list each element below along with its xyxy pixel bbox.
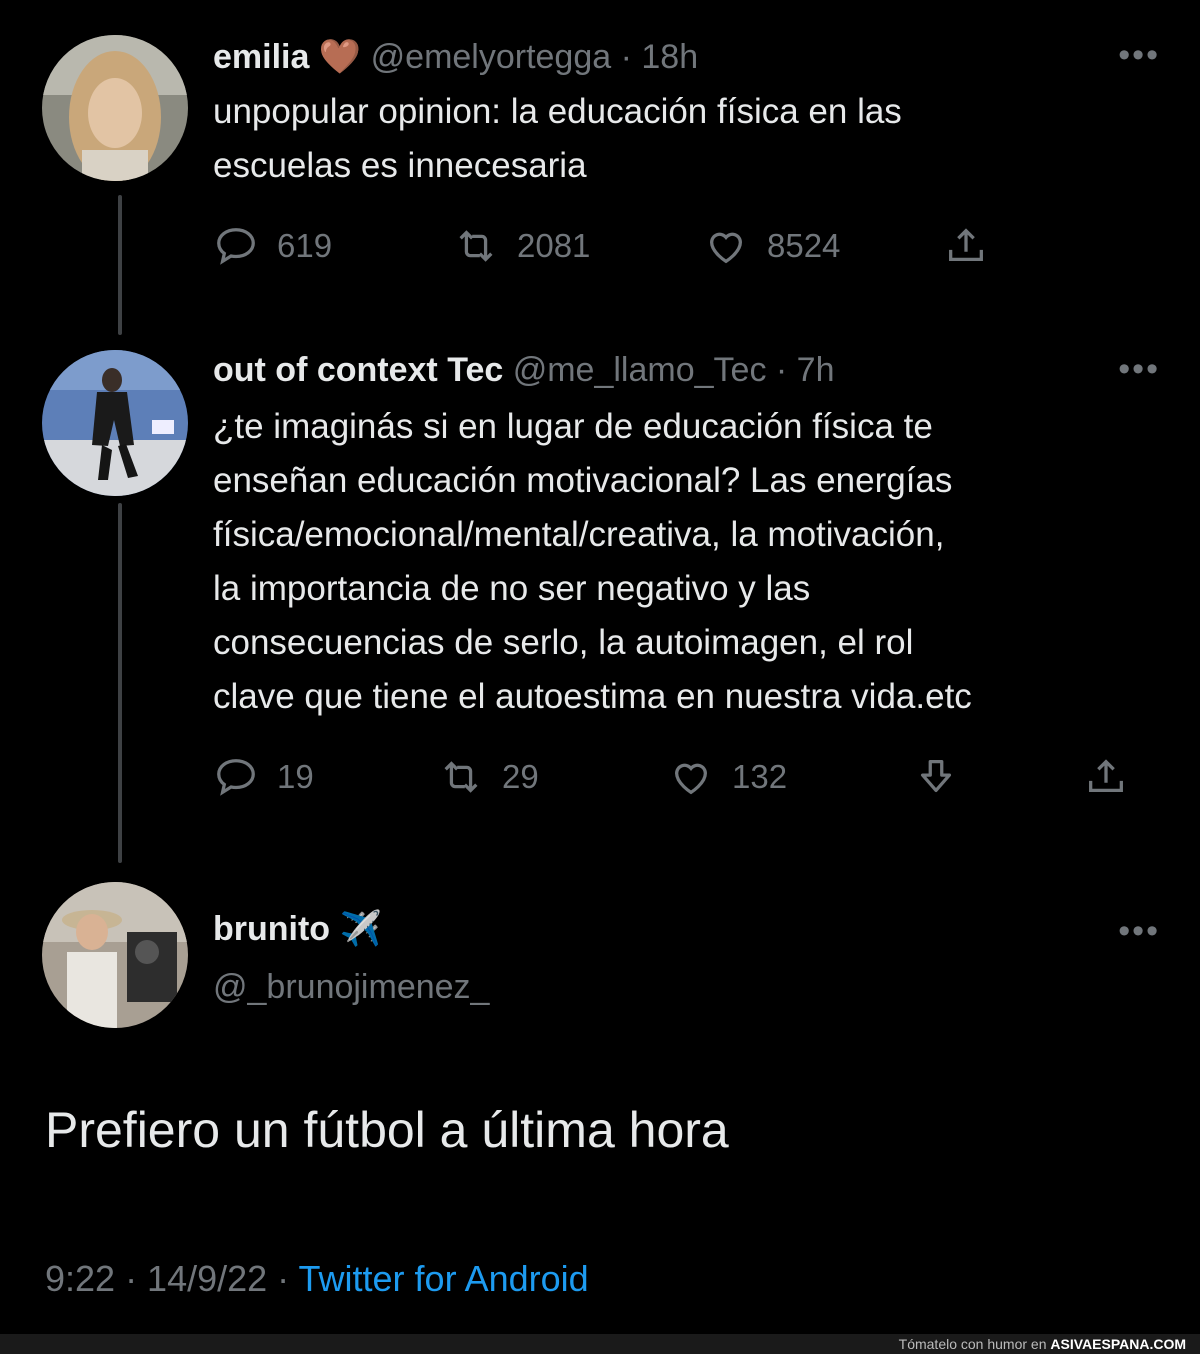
retweet-button[interactable]: 2081 xyxy=(453,222,590,270)
tweet-meta: 9:22 · 14/9/22 · Twitter for Android xyxy=(45,1258,589,1300)
tweet-header: out of context Tec @me_llamo_Tec · 7h xyxy=(213,353,835,387)
more-icon[interactable]: ••• xyxy=(1118,38,1160,72)
thread-line xyxy=(118,503,122,863)
more-icon[interactable]: ••• xyxy=(1118,352,1160,386)
tweet-text-line: consecuencias de serlo, la autoimagen, e… xyxy=(213,623,914,662)
share-icon xyxy=(1089,759,1123,793)
share-icon xyxy=(949,228,983,262)
like-count: 132 xyxy=(732,758,788,795)
tweet-text: ¿te imaginás si en lugar de educación fí… xyxy=(213,400,1173,724)
tweet-handle-row: @_brunojimenez_ xyxy=(213,970,489,1004)
tweet-text: unpopular opinion: la educación física e… xyxy=(213,85,1173,193)
retweet-button[interactable]: 29 xyxy=(438,753,539,801)
heart-icon xyxy=(709,232,743,264)
tweet-header: emilia 🤎 @emelyortegga · 18h xyxy=(213,40,698,74)
display-name[interactable]: emilia xyxy=(213,38,309,76)
tweet-text-line: escuelas es innecesaria xyxy=(213,146,587,185)
handle[interactable]: @me_llamo_Tec xyxy=(513,351,767,389)
tweet-text-line: unpopular opinion: la educación física e… xyxy=(213,92,902,131)
tweet-text-line: clave que tiene el autoestima en nuestra… xyxy=(213,677,972,716)
retweet-count: 29 xyxy=(502,758,539,795)
tweet-text-line: enseñan educación motivacional? Las ener… xyxy=(213,461,953,500)
tweet-actions: 19 29 132 xyxy=(213,753,1153,801)
like-count: 8524 xyxy=(767,227,841,264)
retweet-count: 2081 xyxy=(517,227,591,264)
more-icon[interactable]: ••• xyxy=(1118,914,1160,948)
tweet-timestamp[interactable]: 9:22 · 14/9/22 · xyxy=(45,1258,289,1299)
like-button[interactable]: 132 xyxy=(668,753,787,801)
display-name[interactable]: out of context Tec xyxy=(213,351,503,389)
heart-icon xyxy=(674,763,708,795)
reply-icon xyxy=(217,228,255,265)
reply-count: 19 xyxy=(277,758,314,795)
airplane-emoji: ✈️ xyxy=(339,910,382,948)
display-name[interactable]: brunito xyxy=(213,910,330,948)
watermark: Tómatelo con humor en ASIVAESPANA.COM xyxy=(899,1336,1186,1352)
tweet-source[interactable]: Twitter for Android xyxy=(299,1258,589,1299)
downvote-button[interactable] xyxy=(913,753,959,801)
tweet-text-line: física/emocional/mental/creativa, la mot… xyxy=(213,515,945,554)
timestamp[interactable]: · 18h xyxy=(621,38,699,76)
watermark-site[interactable]: ASIVAESPANA.COM xyxy=(1050,1336,1186,1352)
tweet-text: Prefiero un fútbol a última hora xyxy=(45,1102,729,1158)
reply-button[interactable]: 619 xyxy=(213,222,332,270)
reply-button[interactable]: 19 xyxy=(213,753,314,801)
retweet-icon xyxy=(459,230,493,262)
reply-count: 619 xyxy=(277,227,333,264)
avatar-emilia[interactable] xyxy=(42,35,188,181)
tweet-header: brunito ✈️ xyxy=(213,912,382,946)
thread-line xyxy=(118,195,122,335)
tweet-text-line: la importancia de no ser negativo y las xyxy=(213,569,811,608)
tweet-actions: 619 2081 8524 xyxy=(213,222,1013,270)
tweet-text-line: ¿te imaginás si en lugar de educación fí… xyxy=(213,407,933,446)
avatar-brunito[interactable] xyxy=(42,882,188,1028)
handle[interactable]: @emelyortegga xyxy=(371,38,612,76)
like-button[interactable]: 8524 xyxy=(703,222,840,270)
avatar-tec[interactable] xyxy=(42,350,188,496)
watermark-bar: Tómatelo con humor en ASIVAESPANA.COM xyxy=(0,1334,1200,1354)
reply-icon xyxy=(217,759,255,796)
heart-emoji: 🤎 xyxy=(318,38,362,76)
share-button[interactable] xyxy=(1083,753,1129,801)
handle[interactable]: @_brunojimenez_ xyxy=(213,968,489,1006)
retweet-icon xyxy=(444,761,478,793)
share-button[interactable] xyxy=(943,222,989,270)
watermark-prefix: Tómatelo con humor en xyxy=(898,1336,1047,1352)
downvote-icon xyxy=(920,760,952,793)
timestamp[interactable]: · 7h xyxy=(776,351,835,389)
